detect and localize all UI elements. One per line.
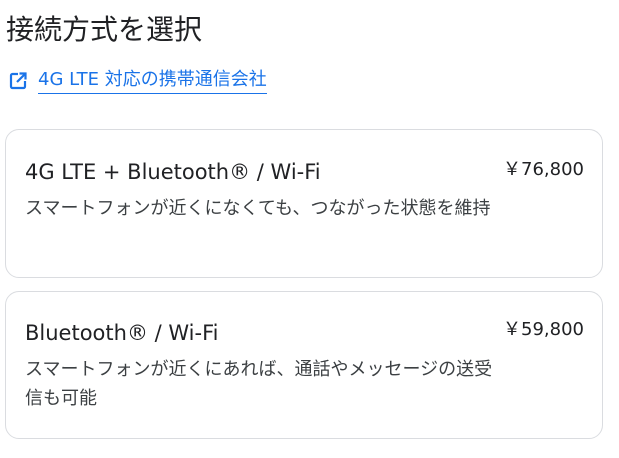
option-description: スマートフォンが近くにあれば、通話やメッセージの送受信も可能 <box>25 359 493 409</box>
option-name: 4G LTE + Bluetooth® / Wi-Fi <box>25 160 321 184</box>
carrier-link-label: 4G LTE 対応の携帯通信会社 <box>38 68 267 94</box>
option-description: スマートフォンが近くになくても、つながった状態を維持 <box>25 198 491 219</box>
option-name: Bluetooth® / Wi-Fi <box>25 321 219 345</box>
option-card-bluetooth-wifi[interactable]: Bluetooth® / Wi-Fi ￥59,800 スマートフォンが近くにあれ… <box>5 291 603 439</box>
page-title: 接続方式を選択 <box>6 13 203 46</box>
carrier-link[interactable]: 4G LTE 対応の携帯通信会社 <box>8 66 267 96</box>
option-price: ￥76,800 <box>503 159 584 180</box>
option-card-lte[interactable]: 4G LTE + Bluetooth® / Wi-Fi ￥76,800 スマート… <box>5 129 603 278</box>
open-in-new-icon <box>8 71 28 91</box>
option-price: ￥59,800 <box>503 319 584 340</box>
